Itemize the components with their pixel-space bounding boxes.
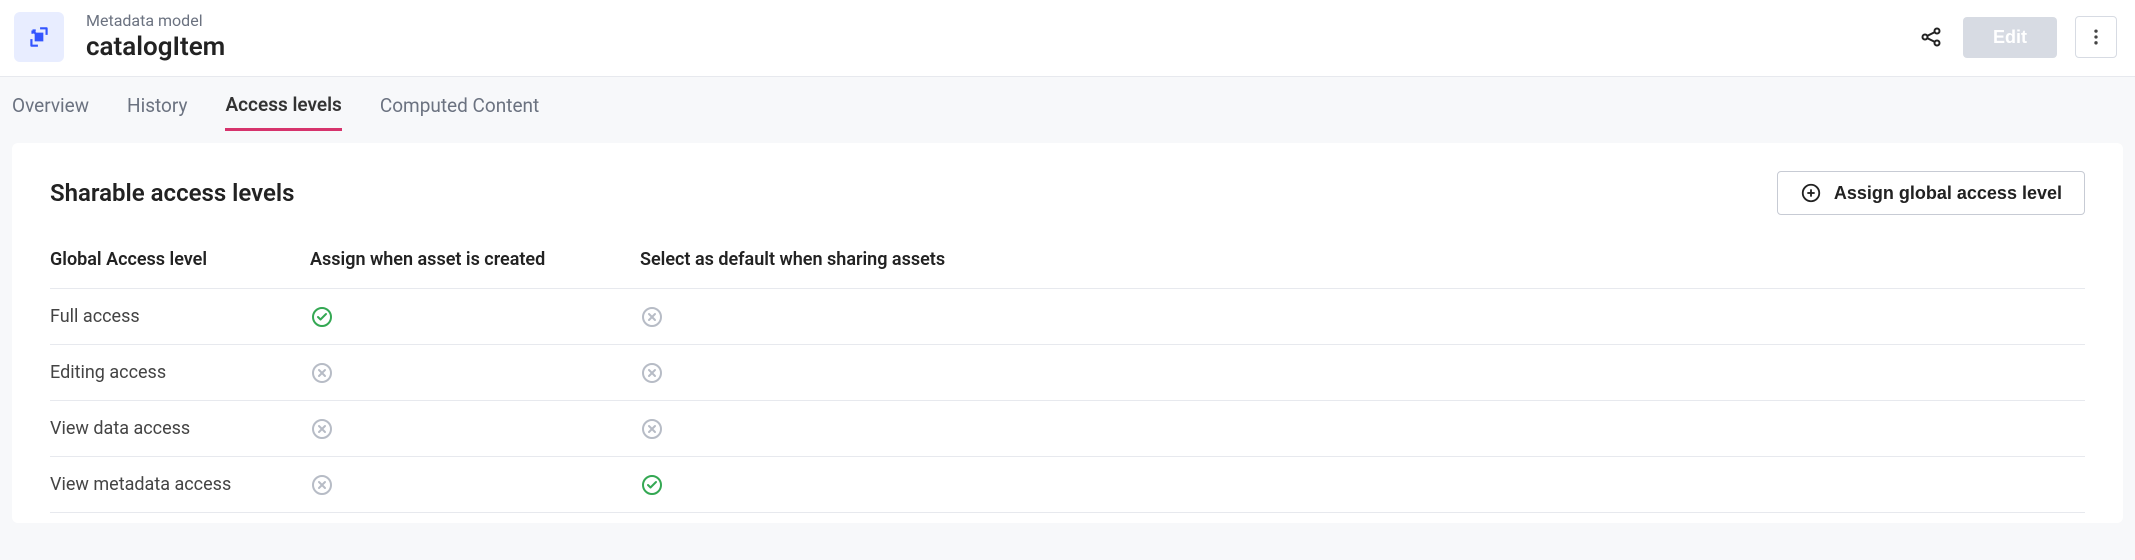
share-icon xyxy=(1919,25,1943,49)
entity-subtitle: Metadata model xyxy=(86,12,1917,30)
row-level-label: Editing access xyxy=(50,362,310,383)
entity-title: catalogItem xyxy=(86,33,1917,62)
check-circle-icon xyxy=(310,305,334,329)
row-default-cell[interactable] xyxy=(640,473,2085,497)
row-level-label: Full access xyxy=(50,306,310,327)
row-assign-cell[interactable] xyxy=(310,361,640,385)
metadata-model-icon xyxy=(26,24,52,50)
col-header-default: Select as default when sharing assets xyxy=(640,249,2085,270)
assign-global-access-button[interactable]: Assign global access level xyxy=(1777,171,2085,215)
row-default-cell[interactable] xyxy=(640,417,2085,441)
row-default-cell[interactable] xyxy=(640,361,2085,385)
plus-circle-icon xyxy=(1800,182,1822,204)
panel-title: Sharable access levels xyxy=(50,179,295,207)
edit-button[interactable]: Edit xyxy=(1963,17,2057,58)
row-level-label: View metadata access xyxy=(50,474,310,495)
x-circle-icon xyxy=(640,417,664,441)
share-button[interactable] xyxy=(1917,23,1945,51)
col-header-level: Global Access level xyxy=(50,249,310,270)
entity-icon xyxy=(14,12,64,62)
table-row: Editing access xyxy=(50,345,2085,401)
col-header-assign: Assign when asset is created xyxy=(310,249,640,270)
x-circle-icon xyxy=(310,417,334,441)
table-row: View data access xyxy=(50,401,2085,457)
x-circle-icon xyxy=(310,361,334,385)
page-header: Metadata model catalogItem Edit xyxy=(0,0,2135,77)
table-row: Full access xyxy=(50,289,2085,345)
x-circle-icon xyxy=(640,305,664,329)
check-circle-icon xyxy=(640,473,664,497)
row-level-label: View data access xyxy=(50,418,310,439)
row-assign-cell[interactable] xyxy=(310,473,640,497)
kebab-icon xyxy=(2086,27,2106,47)
tab-access-levels[interactable]: Access levels xyxy=(225,79,341,131)
access-levels-panel: Sharable access levels Assign global acc… xyxy=(12,143,2123,523)
tab-history[interactable]: History xyxy=(127,80,187,129)
row-assign-cell[interactable] xyxy=(310,417,640,441)
more-menu-button[interactable] xyxy=(2075,16,2117,58)
tab-overview[interactable]: Overview xyxy=(12,80,89,129)
x-circle-icon xyxy=(640,361,664,385)
tab-bar: Overview History Access levels Computed … xyxy=(0,77,2135,133)
table-row: View metadata access xyxy=(50,457,2085,513)
row-assign-cell[interactable] xyxy=(310,305,640,329)
table-header: Global Access level Assign when asset is… xyxy=(50,249,2085,289)
x-circle-icon xyxy=(310,473,334,497)
assign-button-label: Assign global access level xyxy=(1834,183,2062,204)
row-default-cell[interactable] xyxy=(640,305,2085,329)
tab-computed-content[interactable]: Computed Content xyxy=(380,80,539,129)
